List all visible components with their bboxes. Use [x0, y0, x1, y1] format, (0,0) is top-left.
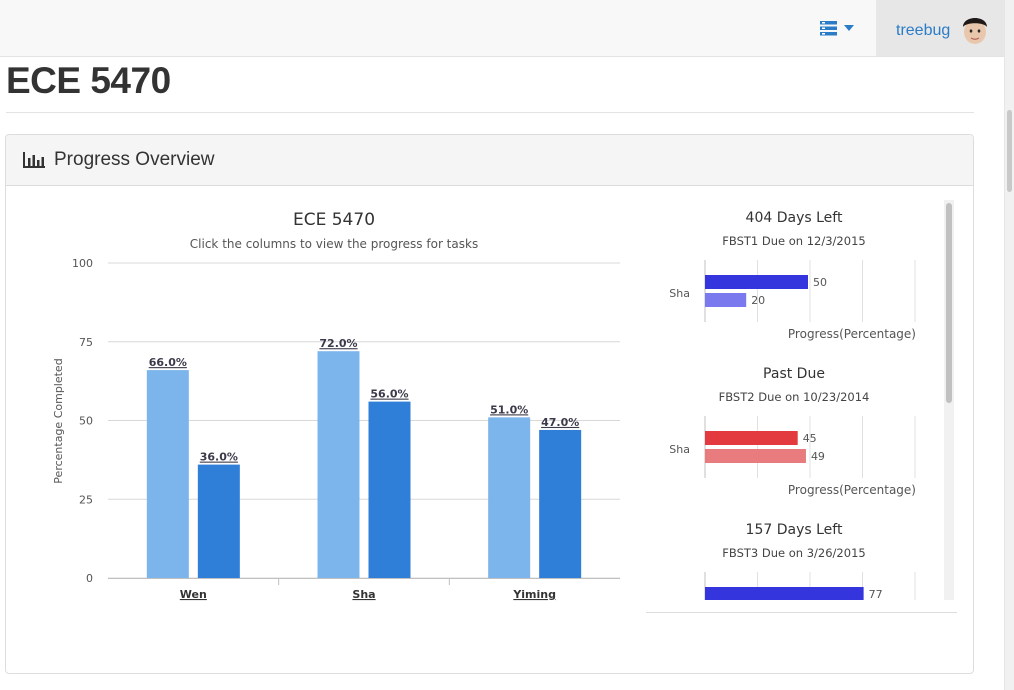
y-tick-label: 0: [86, 572, 93, 585]
task-chart-title: 404 Days Left: [746, 210, 843, 226]
task-axis-title: Progress(Percentage): [788, 327, 916, 341]
task-charts-scrollbar[interactable]: [944, 200, 954, 600]
x-category-label[interactable]: Sha: [352, 588, 375, 601]
task-category-label: Sha: [669, 287, 690, 300]
avatar[interactable]: [960, 12, 990, 46]
task-chart-subtitle: FBST1 Due on 12/3/2015: [722, 234, 865, 248]
panel-heading: Progress Overview: [6, 135, 973, 186]
x-category-label[interactable]: Wen: [180, 588, 207, 601]
x-category-label[interactable]: Yiming: [512, 588, 556, 601]
data-label: 51.0%: [490, 403, 528, 416]
progress-bar[interactable]: [705, 449, 806, 463]
data-label: 72.0%: [319, 337, 357, 350]
menu-toggle-button[interactable]: [820, 20, 860, 38]
column-bar[interactable]: [368, 401, 411, 578]
username-link[interactable]: treebug: [896, 22, 950, 40]
y-tick-label: 50: [79, 415, 93, 428]
progress-value-label: 49: [811, 450, 825, 463]
task-charts: 404 Days Left FBST1 Due on 12/3/2015 Sha 50…: [669, 210, 916, 600]
data-label: 66.0%: [149, 356, 187, 369]
task-charts-scroll-area[interactable]: 404 Days Left FBST1 Due on 12/3/2015 Sha 50…: [646, 200, 941, 600]
page-scrollbar-thumb[interactable]: [1007, 110, 1012, 192]
column-bar[interactable]: [488, 417, 531, 578]
data-label: 47.0%: [541, 416, 579, 429]
user-menu[interactable]: treebug: [876, 0, 1004, 56]
task-chart: Past Due FBST2 Due on 10/23/2014 Sha 45 49 Pr…: [669, 366, 916, 497]
task-charts-scrollbar-thumb[interactable]: [946, 203, 952, 403]
task-charts-container[interactable]: 404 Days Left FBST1 Due on 12/3/2015 Sha 50…: [646, 200, 957, 613]
progress-bar[interactable]: [705, 431, 798, 445]
data-label: 36.0%: [200, 451, 238, 464]
progress-value-label: 45: [803, 432, 817, 445]
y-tick-label: 25: [79, 493, 93, 506]
y-axis-label: Percentage Completed: [52, 358, 65, 483]
progress-value-label: 20: [751, 294, 765, 307]
main-column-chart: ECE 5470 Click the columns to view the p…: [52, 210, 620, 601]
chart-title: ECE 5470: [293, 210, 375, 230]
progress-bar[interactable]: [705, 587, 864, 600]
title-divider: [6, 112, 974, 113]
column-bar[interactable]: [539, 429, 582, 578]
task-axis-title: Progress(Percentage): [788, 483, 916, 497]
y-tick-label: 100: [72, 257, 93, 270]
column-bar[interactable]: [197, 464, 240, 578]
task-chart-title: Past Due: [763, 366, 825, 382]
column-bar[interactable]: [146, 370, 189, 578]
task-category-label: Sha: [669, 443, 690, 456]
task-chart-subtitle: FBST2 Due on 10/23/2014: [719, 390, 870, 404]
y-tick-label: 75: [79, 336, 93, 349]
task-chart-subtitle: FBST3 Due on 3/26/2015: [722, 546, 865, 560]
progress-bar[interactable]: [705, 293, 747, 307]
panel-title: Progress Overview: [54, 149, 215, 170]
caret-down-icon: [844, 25, 854, 31]
top-navbar: treebug: [0, 0, 1004, 57]
column-bar[interactable]: [317, 351, 360, 578]
task-chart-title: 157 Days Left: [746, 522, 843, 538]
progress-value-label: 77: [869, 588, 883, 600]
page-scrollbar[interactable]: [1004, 0, 1014, 690]
progress-bar[interactable]: [705, 275, 808, 289]
task-chart: 404 Days Left FBST1 Due on 12/3/2015 Sha 50…: [669, 210, 916, 341]
data-label: 56.0%: [370, 388, 408, 401]
page-title: ECE 5470: [6, 60, 171, 101]
task-category-label: Sha: [669, 599, 690, 600]
chart-subtitle: Click the columns to view the progress f…: [190, 237, 478, 251]
bar-chart-icon: [23, 152, 45, 168]
task-chart: 157 Days Left FBST3 Due on 3/26/2015 Sha 77: [669, 522, 916, 600]
progress-value-label: 50: [813, 276, 827, 289]
